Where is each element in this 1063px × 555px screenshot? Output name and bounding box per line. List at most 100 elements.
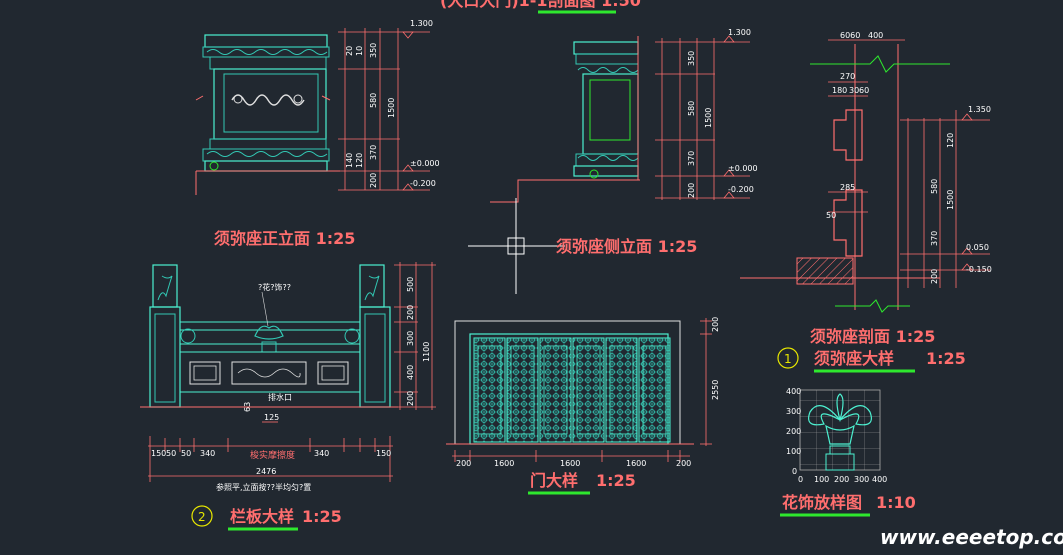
panel-title: 栏板大样	[230, 507, 294, 526]
grid-left-300: 300	[786, 407, 801, 416]
grid-left-100: 100	[786, 447, 801, 456]
front-dim-ground-level: -0.200	[410, 179, 436, 188]
grid-left-400: 400	[786, 387, 801, 396]
front-dim-370: 370	[369, 145, 378, 160]
panel-dim-50b: 50	[181, 449, 191, 458]
door-drawing	[446, 320, 694, 445]
front-dim-20: 20	[345, 46, 354, 56]
cad-drawing-canvas[interactable]: (大口大门)1-1剖面图 1:50 1.300 ±0.000 -0.200 35…	[0, 0, 1063, 555]
section-title: 须弥座剖面 1:25	[810, 327, 935, 346]
door-dim-1600a: 1600	[494, 459, 514, 468]
front-dim-zero-level: ±0.000	[410, 159, 440, 168]
door-dim-1600b: 1600	[560, 459, 580, 468]
panel-dim-340: 340	[200, 449, 215, 458]
front-dim-top-level: 1.300	[410, 19, 433, 28]
door-leaf-4	[572, 337, 605, 443]
flower-title-scale: 1:10	[876, 493, 916, 512]
section-drawing	[740, 44, 950, 313]
side-dim-350: 350	[687, 51, 696, 66]
panel-dim-400: 400	[406, 365, 415, 380]
section-dim-580: 580	[930, 179, 939, 194]
top-section-title: (大口大门)1-1剖面图 1:50	[440, 0, 641, 10]
front-dim-1500: 1500	[387, 98, 396, 118]
panel-dim-150b: 150	[376, 449, 391, 458]
panel-dim-50: 50	[166, 449, 176, 458]
panel-dim-150: 150	[151, 449, 166, 458]
door-leaf-2	[506, 337, 539, 443]
section-dim-60: 60	[859, 86, 869, 95]
section-dim-270: 270	[840, 72, 855, 81]
panel-dim-200: 200	[406, 305, 415, 320]
drain-note: 排水口	[268, 392, 292, 402]
section-dim-minus0150: -0.150	[966, 265, 992, 274]
section-dim-370: 370	[930, 231, 939, 246]
panel-dim-125: 125	[264, 413, 279, 422]
front-elevation	[195, 34, 340, 195]
front-dim-350: 350	[369, 43, 378, 58]
door-dim-200r: 200	[676, 459, 691, 468]
section-dim-50: 50	[826, 211, 836, 220]
side-elev-title: 须弥座侧立面 1:25	[556, 237, 697, 256]
panel-dim-300: 300	[406, 331, 415, 346]
front-elev-title: 须弥座正立面 1:25	[214, 229, 355, 248]
door-leaf-1	[473, 337, 506, 443]
panel-top-leader	[261, 291, 269, 327]
front-dim-120: 120	[355, 153, 364, 168]
panel-title-scale: 1:25	[302, 507, 342, 526]
grid-bottom-300: 300	[854, 475, 869, 484]
section-dim-0050: 0.050	[966, 243, 989, 252]
drawing-svg: (大口大门)1-1剖面图 1:50 1.300 ±0.000 -0.200 35…	[140, 0, 1063, 549]
panel-dim-63: 63	[243, 402, 252, 412]
panel-dim-340b: 340	[314, 449, 329, 458]
watermark: www.eeeetop.com	[880, 525, 1063, 549]
section-dim-1500: 1500	[946, 190, 955, 210]
anti-slip-note: 梭实摩擦度	[250, 449, 295, 461]
side-dim-200: 200	[687, 183, 696, 198]
front-dim-200: 200	[369, 173, 378, 188]
detail-title-scale: 1:25	[926, 349, 966, 368]
panel-dim-1100: 1100	[422, 342, 431, 362]
grid-left-200: 200	[786, 427, 801, 436]
section-dim-6060: 6060	[840, 31, 860, 40]
side-dim-ground-level: -0.200	[728, 185, 754, 194]
section-dim-120: 120	[946, 133, 955, 148]
front-dim-140: 140	[345, 153, 354, 168]
panel-dim-500: 500	[406, 277, 415, 292]
flower-grid-drawing	[799, 389, 881, 471]
grid-bottom-0: 0	[798, 475, 803, 484]
door-leaf-5	[605, 337, 638, 443]
section-dim-180: 180	[832, 86, 847, 95]
section-dim-285: 285	[840, 183, 855, 192]
side-elevation	[490, 36, 640, 203]
panel-dim-200b: 200	[406, 391, 415, 406]
grid-bottom-200: 200	[834, 475, 849, 484]
detail-number: 1	[784, 352, 792, 366]
panel-top-note: ?花?饰??	[258, 282, 291, 292]
side-dim-1500: 1500	[704, 108, 713, 128]
side-dim-580: 580	[687, 101, 696, 116]
section-dim-30: 30	[849, 86, 859, 95]
door-title-scale: 1:25	[596, 471, 636, 490]
flower-title: 花饰放样图	[782, 493, 862, 512]
door-leaf-6	[638, 337, 671, 443]
door-dim-1600c: 1600	[626, 459, 646, 468]
panel-bottom-note: 参照平,立面按??半均匀?置	[216, 482, 311, 492]
section-dim-200: 200	[930, 269, 939, 284]
detail-title: 须弥座大样	[814, 349, 894, 368]
panel-number: 2	[198, 510, 206, 524]
grid-left-0: 0	[792, 467, 797, 476]
door-title: 门大样	[530, 471, 578, 490]
door-dim-200: 200	[711, 317, 720, 332]
front-dim-580: 580	[369, 93, 378, 108]
door-dim-2550: 2550	[711, 380, 720, 400]
door-dim-200l: 200	[456, 459, 471, 468]
side-dim-370: 370	[687, 151, 696, 166]
door-leaf-3	[539, 337, 572, 443]
grid-bottom-100: 100	[814, 475, 829, 484]
cad-crosshair-cursor	[468, 198, 565, 294]
panel-dimensions	[148, 262, 436, 482]
section-dim-400: 400	[868, 31, 883, 40]
grid-bottom-400: 400	[872, 475, 887, 484]
front-dim-10: 10	[355, 46, 364, 56]
side-elev-dimensions	[655, 35, 750, 200]
